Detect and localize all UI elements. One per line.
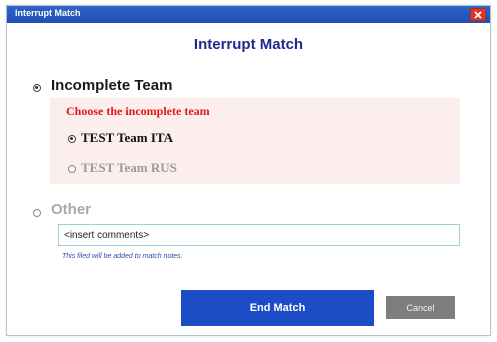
- other-radio[interactable]: [33, 209, 41, 217]
- comments-hint: This filed will be added to match notes.: [62, 253, 183, 260]
- team-ita-label[interactable]: TEST Team ITA: [81, 130, 173, 146]
- team-ita-radio[interactable]: [68, 135, 76, 143]
- close-icon: [474, 10, 482, 19]
- comments-input[interactable]: [58, 224, 460, 246]
- dialog-title: Interrupt Match: [193, 36, 304, 53]
- team-rus-label[interactable]: TEST Team RUS: [81, 160, 177, 176]
- choose-team-heading: Choose the incomplete team: [66, 104, 210, 118]
- other-label[interactable]: Other: [51, 201, 91, 218]
- incomplete-team-radio[interactable]: [33, 84, 41, 92]
- title-bar: Interrupt Match: [7, 6, 490, 23]
- close-button[interactable]: [470, 8, 486, 21]
- incomplete-team-label[interactable]: Incomplete Team: [51, 77, 172, 94]
- window-title: Interrupt Match: [15, 8, 81, 18]
- end-match-button[interactable]: End Match: [181, 290, 374, 326]
- cancel-button[interactable]: Cancel: [386, 296, 455, 319]
- team-rus-radio[interactable]: [68, 165, 76, 173]
